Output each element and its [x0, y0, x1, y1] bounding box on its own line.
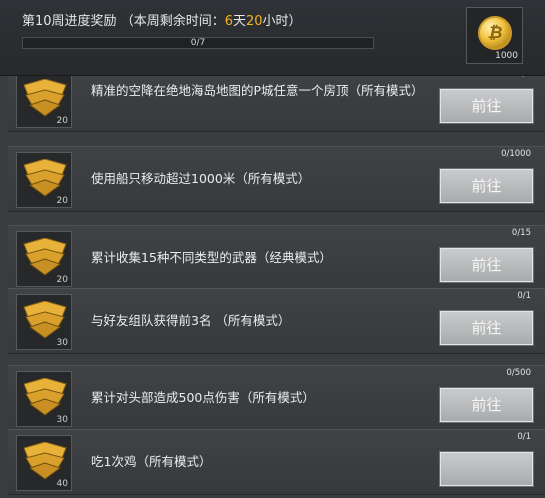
- reward-count: 1000: [495, 51, 518, 61]
- task-description: 精准的空降在绝地海岛地图的P城任意一个房顶（所有模式）: [91, 83, 424, 98]
- task-description: 与好友组队获得前3名 （所有模式）: [91, 313, 291, 328]
- task-description: 吃1次鸡（所有模式）: [91, 454, 212, 469]
- badge-level: 20: [56, 196, 68, 206]
- rank-badge-icon: 40: [16, 435, 72, 491]
- days-remaining: 6: [224, 14, 233, 29]
- hours-unit: 小时）: [262, 14, 302, 29]
- badge-level: 20: [56, 275, 68, 285]
- rank-badge-icon: 30: [16, 371, 72, 427]
- task-description: 使用船只移动超过1000米（所有模式）: [91, 171, 311, 186]
- rank-badge-icon: 30: [16, 294, 72, 350]
- go-button[interactable]: 前往: [440, 311, 533, 345]
- weekly-progress-text: 0/7: [190, 38, 206, 48]
- task-row: 20 精准的空降在绝地海岛地图的P城任意一个房顶（所有模式） 0/1 前往: [8, 76, 545, 132]
- rank-badge-icon: 20: [16, 152, 72, 208]
- task-progress-count: 0/1000: [501, 149, 531, 159]
- task-progress-count: 0/500: [506, 368, 532, 378]
- weekly-progress-header: 第10周进度奖励 （本周剩余时间：6天20小时） 0/7 ₿ 1000: [0, 0, 545, 76]
- go-button[interactable]: 前往: [440, 388, 533, 422]
- hours-remaining: 20: [246, 14, 263, 29]
- badge-level: 30: [56, 415, 68, 425]
- task-row: 20 累计收集15种不同类型的武器（经典模式） 0/15 前往: [8, 225, 545, 291]
- go-button[interactable]: 前往: [440, 169, 533, 203]
- task-description: 累计对头部造成500点伤害（所有模式）: [91, 390, 315, 405]
- go-button[interactable]: 前往: [440, 89, 533, 123]
- weekly-progress-title: 第10周进度奖励 （本周剩余时间：6天20小时）: [22, 10, 302, 29]
- task-row: 30 累计对头部造成500点伤害（所有模式） 0/500 前往: [8, 365, 545, 431]
- rank-badge-icon: 20: [16, 76, 72, 128]
- task-progress-count: 0/1: [517, 291, 531, 301]
- task-list[interactable]: 20 精准的空降在绝地海岛地图的P城任意一个房顶（所有模式） 0/1 前往 20 使用船只…: [0, 76, 545, 498]
- task-row: 30 与好友组队获得前3名 （所有模式） 0/1 前往: [8, 288, 545, 354]
- task-progress-count: 0/1: [517, 432, 531, 442]
- go-button[interactable]: [440, 452, 533, 486]
- badge-level: 30: [56, 338, 68, 348]
- coin-icon: ₿: [478, 16, 512, 50]
- badge-level: 40: [56, 479, 68, 489]
- days-unit: 天: [232, 14, 246, 29]
- go-button[interactable]: 前往: [440, 248, 533, 282]
- badge-level: 20: [56, 116, 68, 126]
- task-progress-count: 0/1: [517, 76, 531, 79]
- title-remaining-label: （本周剩余时间：: [120, 14, 225, 29]
- task-row: 20 使用船只移动超过1000米（所有模式） 0/1000 前往: [8, 146, 545, 212]
- reward-item[interactable]: ₿ 1000: [466, 7, 523, 64]
- task-row: 40 吃1次鸡（所有模式） 0/1: [8, 429, 545, 495]
- task-progress-count: 0/15: [511, 228, 531, 238]
- task-description: 累计收集15种不同类型的武器（经典模式）: [91, 250, 332, 265]
- rank-badge-icon: 20: [16, 231, 72, 287]
- title-prefix: 第10周进度奖励: [22, 14, 117, 29]
